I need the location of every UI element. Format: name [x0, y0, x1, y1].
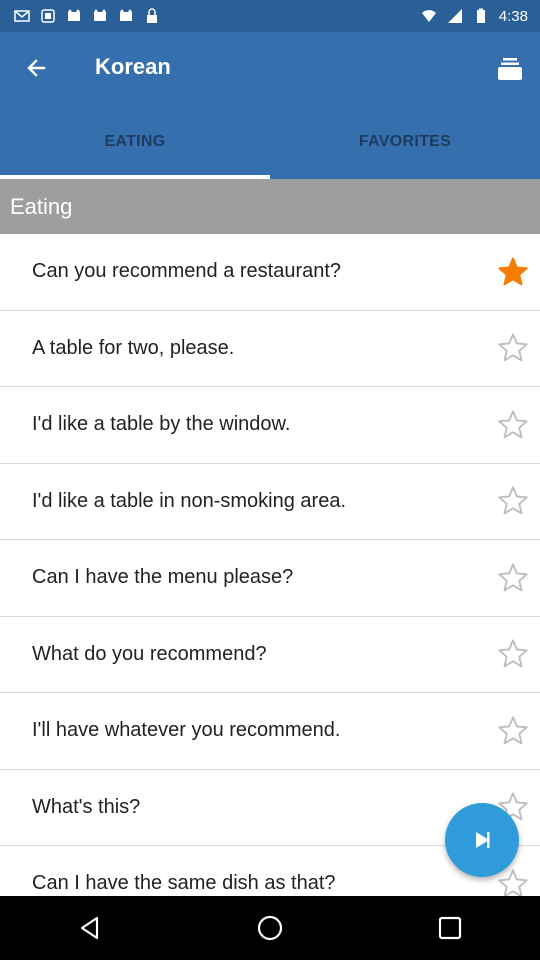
phrase-text: Can I have the menu please? — [32, 566, 294, 589]
star-icon[interactable] — [496, 331, 530, 365]
recents-nav-button[interactable] — [420, 898, 480, 958]
home-nav-icon — [257, 915, 283, 941]
list-item[interactable]: Can you recommend a restaurant? — [0, 234, 540, 311]
cat-icon — [68, 9, 80, 21]
recents-nav-icon — [438, 916, 462, 940]
phrase-text: A table for two, please. — [32, 336, 235, 359]
cat-icon — [94, 9, 106, 21]
phrase-text: I'd like a table by the window. — [32, 413, 291, 436]
section-header: Eating — [0, 179, 540, 234]
list-item[interactable]: I'll have whatever you recommend. — [0, 693, 540, 770]
list-item[interactable]: A table for two, please. — [0, 311, 540, 387]
battery-icon — [476, 8, 485, 23]
app-bar: Korean — [0, 32, 540, 104]
tab-favorites-label: FAVORITES — [358, 132, 452, 150]
mail-icon — [14, 10, 30, 22]
layers-button[interactable] — [492, 50, 528, 86]
layers-icon — [498, 58, 522, 80]
home-nav-button[interactable] — [240, 898, 300, 958]
list-item[interactable]: Can I have the menu please? — [0, 540, 540, 617]
lock-icon — [147, 8, 157, 23]
arrow-left-icon — [27, 59, 46, 77]
list-item[interactable]: I'd like a table by the window. — [0, 387, 540, 464]
star-icon[interactable] — [496, 408, 530, 442]
play-button[interactable] — [445, 803, 519, 877]
phrase-text: Can you recommend a restaurant? — [32, 260, 342, 283]
cat-icon — [120, 9, 132, 21]
phrase-text: What's this? — [32, 795, 141, 818]
notification-icon — [41, 9, 55, 23]
tab-favorites[interactable]: FAVORITES — [270, 104, 540, 179]
phrase-text: Can I have the same dish as that? — [32, 872, 336, 895]
phrase-text: What do you recommend? — [32, 642, 267, 665]
status-left-icons — [14, 8, 160, 24]
page-title: Korean — [95, 54, 171, 79]
star-icon[interactable] — [496, 561, 530, 595]
play-icon — [476, 832, 490, 848]
back-nav-icon — [80, 916, 99, 940]
star-icon[interactable] — [496, 714, 530, 748]
phrase-text: I'd like a table in non-smoking area. — [32, 489, 346, 512]
list-item[interactable]: I'd like a table in non-smoking area. — [0, 464, 540, 540]
tab-eating[interactable]: EATING — [0, 104, 270, 179]
star-icon[interactable] — [496, 637, 530, 671]
tab-eating-label: EATING — [104, 132, 166, 150]
navigation-bar — [0, 896, 540, 960]
back-nav-button[interactable] — [60, 898, 120, 958]
signal-icon — [447, 9, 462, 23]
list-item[interactable]: What do you recommend? — [0, 617, 540, 693]
wifi-icon — [421, 10, 436, 22]
phrase-text: I'll have whatever you recommend. — [32, 719, 341, 742]
status-bar: 4:38 — [0, 0, 540, 32]
status-time: 4:38 — [498, 7, 528, 25]
star-icon[interactable] — [496, 255, 530, 289]
tab-bar: EATING FAVORITES — [0, 104, 540, 179]
status-right-icons: 4:38 — [421, 8, 528, 25]
star-icon[interactable] — [496, 484, 530, 518]
back-button[interactable] — [18, 50, 54, 86]
